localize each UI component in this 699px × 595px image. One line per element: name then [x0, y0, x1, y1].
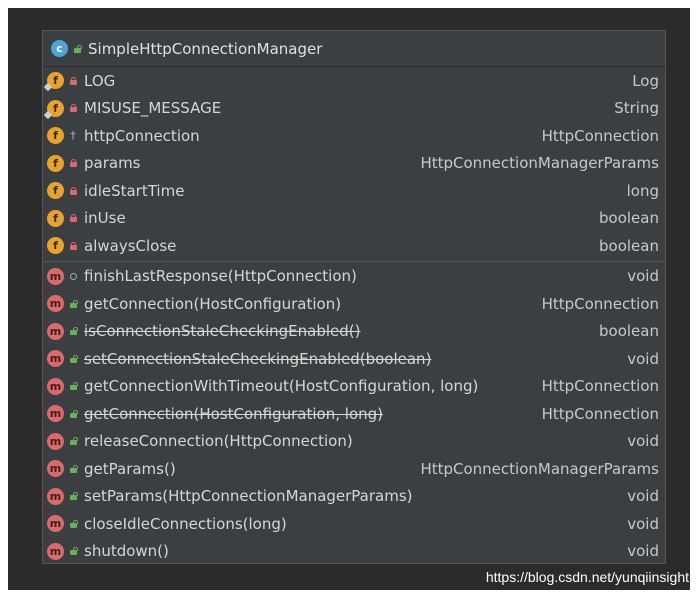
public-visibility-icon [68, 464, 78, 473]
method-name: setConnectionStaleCheckingEnabled(boolea… [84, 349, 432, 368]
method-icon: m [47, 377, 64, 395]
field-icon: f [47, 237, 64, 255]
methods-list: m finishLastResponse(HttpConnection) void m… [43, 263, 665, 564]
field-name: params [84, 154, 141, 173]
method-type: boolean [599, 322, 659, 341]
method-row[interactable]: m closeIdleConnections(long) void [43, 510, 665, 538]
private-visibility-icon [68, 186, 78, 195]
method-icon: m [47, 432, 64, 450]
field-row[interactable]: f LOG Log [43, 67, 665, 95]
field-name: inUse [84, 209, 126, 228]
class-name: SimpleHttpConnectionManager [88, 39, 323, 58]
method-row[interactable]: m setConnectionStaleCheckingEnabled(boole… [43, 345, 665, 373]
method-name: shutdown() [84, 542, 169, 561]
private-visibility-icon [68, 241, 78, 250]
public-visibility-icon [68, 382, 78, 391]
public-visibility-icon [68, 547, 78, 556]
method-type: void [627, 487, 659, 506]
field-name: httpConnection [84, 126, 200, 145]
method-icon: m [47, 350, 64, 368]
field-name: idleStartTime [84, 181, 185, 200]
field-icon: f [47, 209, 64, 227]
method-name: isConnectionStaleCheckingEnabled() [84, 322, 361, 341]
public-visibility-icon [68, 327, 78, 336]
field-icon: f [47, 127, 64, 145]
method-type: HttpConnection [541, 404, 659, 423]
method-row[interactable]: m shutdown() void [43, 538, 665, 564]
public-visibility-icon [68, 409, 78, 418]
method-row[interactable]: m finishLastResponse(HttpConnection) void [43, 263, 665, 291]
method-icon: m [47, 515, 64, 533]
method-type: void [627, 514, 659, 533]
method-type: void [627, 349, 659, 368]
field-type: String [614, 99, 659, 118]
method-name: closeIdleConnections(long) [84, 514, 287, 533]
method-name: getParams() [84, 459, 176, 478]
field-row[interactable]: f idleStartTime long [43, 177, 665, 205]
field-icon: f [47, 99, 64, 117]
private-visibility-icon [68, 214, 78, 223]
watermark: https://blog.csdn.net/yunqiinsight [485, 569, 689, 585]
class-header[interactable]: c SimpleHttpConnectionManager [43, 31, 665, 67]
method-icon: m [47, 487, 64, 505]
structure-popup: c SimpleHttpConnectionManager f LOG Log f MI… [42, 30, 666, 564]
method-icon: m [47, 295, 64, 313]
method-row[interactable]: m getConnectionWithTimeout(HostConfigurat… [43, 373, 665, 401]
private-visibility-icon [68, 104, 78, 113]
public-visibility-icon [68, 299, 78, 308]
method-type: HttpConnection [541, 377, 659, 396]
public-visibility-icon [68, 492, 78, 501]
method-name: getConnectionWithTimeout(HostConfigurati… [84, 377, 479, 396]
method-icon: m [47, 460, 64, 478]
field-icon: f [47, 182, 64, 200]
public-visibility-icon [68, 519, 78, 528]
field-name: alwaysClose [84, 236, 177, 255]
field-type: HttpConnectionManagerParams [420, 154, 659, 173]
method-row[interactable]: m getConnection(HostConfiguration, long) H… [43, 400, 665, 428]
method-name: getConnection(HostConfiguration) [84, 294, 342, 313]
method-type: HttpConnection [541, 294, 659, 313]
method-name: finishLastResponse(HttpConnection) [84, 267, 357, 286]
method-name: setParams(HttpConnectionManagerParams) [84, 487, 413, 506]
method-name: releaseConnection(HttpConnection) [84, 432, 353, 451]
field-row[interactable]: f params HttpConnectionManagerParams [43, 150, 665, 178]
field-name: LOG [84, 71, 116, 90]
field-type: long [626, 181, 659, 200]
method-type: void [627, 542, 659, 561]
field-row[interactable]: f alwaysClose boolean [43, 232, 665, 260]
public-visibility-icon [72, 44, 82, 53]
method-row[interactable]: m releaseConnection(HttpConnection) void [43, 428, 665, 456]
field-type: HttpConnection [541, 126, 659, 145]
field-type: boolean [599, 236, 659, 255]
field-type: Log [632, 71, 659, 90]
class-icon: c [51, 40, 68, 57]
method-row[interactable]: m isConnectionStaleCheckingEnabled() boole… [43, 318, 665, 346]
field-name: MISUSE_MESSAGE [84, 99, 222, 118]
field-row[interactable]: f † httpConnection HttpConnection [43, 122, 665, 150]
package-visibility-icon: † [70, 129, 76, 143]
method-row[interactable]: m getParams() HttpConnectionManagerParams [43, 455, 665, 483]
public-visibility-icon [68, 354, 78, 363]
fields-list: f LOG Log f MISUSE_MESSAGE String f † httpConnec… [43, 67, 665, 260]
protected-visibility-icon [68, 272, 78, 280]
private-visibility-icon [68, 76, 78, 85]
field-type: boolean [599, 209, 659, 228]
method-type: void [627, 267, 659, 286]
public-visibility-icon [68, 437, 78, 446]
method-icon: m [47, 322, 64, 340]
field-icon: f [47, 72, 64, 90]
method-icon: m [47, 267, 64, 285]
private-visibility-icon [68, 159, 78, 168]
field-icon: f [47, 154, 64, 172]
method-name: getConnection(HostConfiguration, long) [84, 404, 383, 423]
method-type: HttpConnectionManagerParams [420, 459, 659, 478]
method-type: void [627, 432, 659, 451]
section-divider [43, 260, 665, 262]
method-row[interactable]: m setParams(HttpConnectionManagerParams) v… [43, 483, 665, 511]
field-row[interactable]: f MISUSE_MESSAGE String [43, 95, 665, 123]
method-icon: m [47, 405, 64, 423]
method-icon: m [47, 542, 64, 560]
method-row[interactable]: m getConnection(HostConfiguration) HttpCon… [43, 290, 665, 318]
field-row[interactable]: f inUse boolean [43, 205, 665, 233]
